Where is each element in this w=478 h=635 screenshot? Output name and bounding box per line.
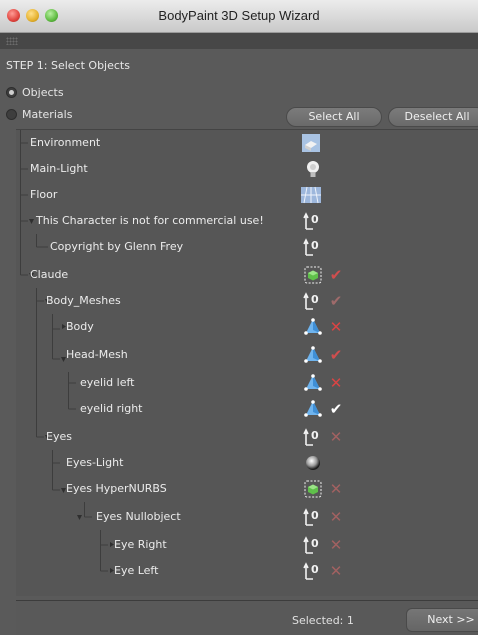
- tree-row-main-light[interactable]: Main-Light: [16, 156, 478, 182]
- svg-text:0: 0: [311, 213, 319, 226]
- environment-icon: [302, 134, 320, 152]
- tree-row-label: Head-Mesh: [66, 348, 128, 361]
- tree-row-label: Eyes: [46, 430, 72, 443]
- tree-row-environment[interactable]: Environment: [16, 130, 478, 156]
- deselect-all-button[interactable]: Deselect All: [388, 107, 478, 127]
- null-object-icon: 0: [303, 536, 319, 554]
- svg-text:0: 0: [311, 429, 319, 442]
- tree-row-eye-left[interactable]: Eye Left 0 ✕: [16, 558, 478, 584]
- tree-row-eyes-light[interactable]: Eyes-Light: [16, 450, 478, 476]
- polygon-object-icon: [304, 346, 322, 363]
- tree-row-label: Body_Meshes: [46, 294, 121, 307]
- svg-text:0: 0: [311, 563, 319, 576]
- radio-materials-label: Materials: [22, 108, 73, 121]
- tree-row-label: eyelid left: [80, 376, 135, 389]
- light-sphere-icon: [306, 456, 320, 470]
- null-object-icon: 0: [303, 212, 319, 230]
- tree-row-label: Eyes HyperNURBS: [66, 482, 167, 495]
- check-mark-icon[interactable]: ✔: [328, 266, 344, 284]
- floor-grid-icon: [301, 186, 321, 204]
- svg-text:0: 0: [311, 509, 319, 522]
- tree-row-eyes-hypernurbs[interactable]: Eyes HyperNURBS ✕: [16, 476, 478, 502]
- step-title: STEP 1: Select Objects: [6, 59, 130, 72]
- drag-grip-bar[interactable]: [0, 33, 478, 49]
- selected-count: Selected: 1: [292, 614, 354, 627]
- cross-icon[interactable]: ✕: [328, 428, 344, 446]
- cross-icon[interactable]: ✕: [328, 374, 344, 392]
- null-object-icon: 0: [303, 292, 319, 310]
- tree-row-claude[interactable]: Claude ✔: [16, 262, 478, 288]
- cross-icon[interactable]: ✕: [328, 318, 344, 336]
- tree-row-label: eyelid right: [80, 402, 143, 415]
- radio-selected-icon[interactable]: [6, 87, 17, 98]
- tree-row-label: Copyright by Glenn Frey: [50, 240, 184, 253]
- tree-row-label: Eyes Nullobject: [96, 510, 181, 523]
- check-mark-icon[interactable]: ✔: [328, 400, 344, 418]
- window-title: BodyPaint 3D Setup Wizard: [158, 8, 320, 23]
- tree-row-label: Eye Right: [114, 538, 167, 551]
- tree-row-label: Eyes-Light: [66, 456, 124, 469]
- tree-row-head-mesh[interactable]: Head-Mesh ✔: [16, 342, 478, 368]
- tree-row-floor[interactable]: Floor: [16, 182, 478, 208]
- tree-row-eye-right[interactable]: Eye Right 0 ✕: [16, 532, 478, 558]
- tree-row-body-meshes[interactable]: Body_Meshes 0 ✔: [16, 288, 478, 314]
- svg-text:0: 0: [311, 537, 319, 550]
- polygon-object-icon: [304, 400, 322, 417]
- cross-icon[interactable]: ✕: [328, 508, 344, 526]
- tree-row-eyes-nullobject[interactable]: Eyes Nullobject 0 ✕: [16, 504, 478, 530]
- radio-unselected-icon[interactable]: [6, 109, 17, 120]
- title-bar: BodyPaint 3D Setup Wizard: [0, 0, 478, 33]
- svg-text:0: 0: [311, 239, 319, 252]
- tree-row-label: Environment: [30, 136, 101, 149]
- tree-row-copyright[interactable]: Copyright by Glenn Frey 0: [16, 234, 478, 260]
- cross-icon[interactable]: ✕: [328, 480, 344, 498]
- hypernurbs-icon: [304, 480, 322, 498]
- radio-objects-label: Objects: [22, 86, 64, 99]
- tree-row-label: This Character is not for commercial use…: [36, 214, 264, 227]
- tree-row-label: Floor: [30, 188, 58, 201]
- null-object-icon: 0: [303, 562, 319, 580]
- tree-row-eyes[interactable]: Eyes 0 ✕: [16, 424, 478, 450]
- null-object-icon: 0: [303, 428, 319, 446]
- polygon-object-icon: [304, 318, 322, 335]
- tree-row-label: Body: [66, 320, 94, 333]
- radio-objects[interactable]: Objects: [6, 86, 64, 99]
- polygon-object-icon: [304, 374, 322, 391]
- tree-row-label: Claude: [30, 268, 69, 281]
- tree-row-eyelid-left[interactable]: eyelid left ✕: [16, 370, 478, 396]
- tree-row-eyelid-right[interactable]: eyelid right ✔: [16, 396, 478, 422]
- check-mark-icon[interactable]: ✔: [328, 346, 344, 364]
- tree-row-label: Main-Light: [30, 162, 88, 175]
- null-object-icon: 0: [303, 508, 319, 526]
- cross-icon[interactable]: ✕: [328, 536, 344, 554]
- hypernurbs-icon: [304, 266, 322, 284]
- light-bulb-icon: [307, 161, 319, 177]
- tree-row-not-commercial[interactable]: This Character is not for commercial use…: [16, 208, 478, 234]
- tree-row-body[interactable]: Body ✕: [16, 314, 478, 340]
- grip-dots-icon[interactable]: [6, 37, 18, 45]
- next-button[interactable]: Next >>: [406, 608, 478, 632]
- cross-icon[interactable]: ✕: [328, 562, 344, 580]
- object-tree: Environment Main-Light Floor This Charac…: [16, 129, 478, 596]
- select-all-button[interactable]: Select All: [286, 107, 382, 127]
- null-object-icon: 0: [303, 238, 319, 256]
- wizard-footer: Selected: 1 Next >>: [16, 600, 478, 635]
- tree-row-label: Eye Left: [114, 564, 159, 577]
- check-mark-icon[interactable]: ✔: [328, 292, 344, 310]
- radio-materials[interactable]: Materials: [6, 108, 72, 121]
- svg-text:0: 0: [311, 293, 319, 306]
